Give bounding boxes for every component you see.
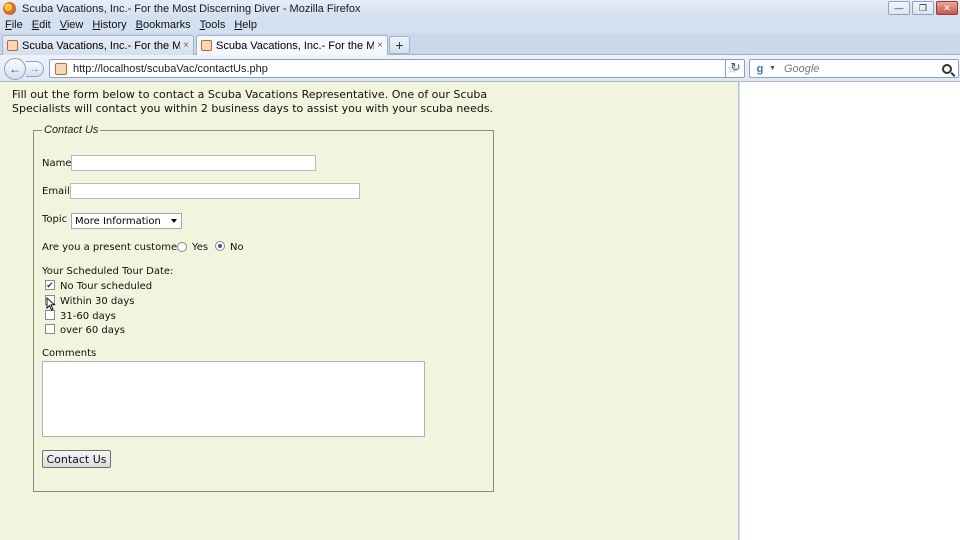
topic-label: Topic	[42, 214, 68, 225]
tab-2[interactable]: Scuba Vacations, Inc.- For the Most D...…	[196, 35, 388, 55]
site-favicon-icon	[201, 40, 212, 51]
comments-label: Comments	[42, 348, 97, 359]
intro-text: Fill out the form below to contact a Scu…	[12, 88, 494, 115]
topic-select[interactable]: More Information	[71, 213, 182, 229]
menu-tools[interactable]: Tools	[200, 19, 226, 31]
tab-1[interactable]: Scuba Vacations, Inc.- For the Most D...…	[2, 35, 194, 55]
tour-none-label: No Tour scheduled	[60, 281, 153, 292]
tour-over-60-checkbox[interactable]	[45, 324, 55, 334]
back-button[interactable]: ←	[4, 58, 26, 80]
customer-question-label: Are you a present customer?	[42, 242, 187, 253]
tab-close-icon[interactable]: ×	[183, 40, 189, 51]
topic-selected-value: More Information	[75, 215, 161, 227]
customer-yes-label: Yes	[192, 242, 209, 253]
google-icon[interactable]: g	[754, 63, 766, 75]
url-text[interactable]: http://localhost/scubaVac/contactUs.php	[73, 63, 726, 75]
menu-bar: File Edit View History Bookmarks Tools H…	[0, 17, 960, 33]
tour-date-label: Your Scheduled Tour Date:	[42, 266, 174, 277]
tour-31-60-label: 31-60 days	[60, 311, 116, 322]
name-field[interactable]	[71, 155, 316, 171]
menu-view[interactable]: View	[60, 19, 84, 31]
new-tab-button[interactable]: +	[389, 36, 410, 54]
tour-31-60-checkbox[interactable]	[45, 310, 55, 320]
menu-edit[interactable]: Edit	[32, 19, 51, 31]
window-title: Scuba Vacations, Inc.- For the Most Disc…	[22, 2, 361, 15]
search-box[interactable]: g ▼ Google	[749, 59, 959, 78]
name-label: Name	[42, 158, 72, 169]
menu-bookmarks[interactable]: Bookmarks	[136, 19, 191, 31]
tour-none-checkbox[interactable]: ✔	[45, 280, 55, 290]
reload-button[interactable]: ↻	[725, 59, 745, 78]
contact-us-button[interactable]: Contact Us	[42, 450, 111, 468]
menu-help[interactable]: Help	[234, 19, 257, 31]
contact-form: Contact Us Name Email Topic More Informa…	[33, 124, 494, 492]
customer-yes-radio[interactable]	[177, 242, 187, 252]
search-input[interactable]: Google	[784, 63, 942, 75]
minimize-button[interactable]: —	[888, 1, 910, 15]
forward-button[interactable]: →	[26, 61, 44, 77]
site-favicon-icon	[55, 62, 67, 75]
email-label: Email	[42, 186, 70, 197]
search-icon[interactable]	[942, 63, 952, 74]
tab-close-icon[interactable]: ×	[377, 40, 383, 51]
window-title-bar: Scuba Vacations, Inc.- For the Most Disc…	[0, 0, 960, 17]
tab-label: Scuba Vacations, Inc.- For the Most D...	[22, 39, 181, 52]
chevron-down-icon	[171, 219, 177, 223]
close-button[interactable]: ✕	[936, 1, 958, 15]
form-legend: Contact Us	[42, 124, 101, 136]
customer-no-label: No	[230, 242, 244, 253]
address-bar[interactable]: http://localhost/scubaVac/contactUs.php …	[49, 59, 745, 78]
navigation-bar: ← → http://localhost/scubaVac/contactUs.…	[0, 55, 960, 82]
page-content: Fill out the form below to contact a Scu…	[0, 82, 739, 540]
menu-history[interactable]: History	[92, 19, 126, 31]
side-pane	[740, 82, 960, 540]
tour-over-60-label: over 60 days	[60, 325, 125, 336]
comments-field[interactable]	[42, 361, 425, 437]
tab-label: Scuba Vacations, Inc.- For the Most D...	[216, 39, 375, 52]
email-field[interactable]	[70, 183, 360, 199]
firefox-logo-icon	[3, 2, 16, 15]
search-engine-dropdown-icon[interactable]: ▼	[769, 65, 776, 72]
mouse-cursor-icon	[46, 297, 56, 311]
tab-bar: Scuba Vacations, Inc.- For the Most D...…	[0, 33, 960, 55]
window-controls: — ❐ ✕	[888, 1, 958, 15]
menu-file[interactable]: File	[5, 19, 23, 31]
customer-no-radio[interactable]	[215, 241, 225, 251]
maximize-button[interactable]: ❐	[912, 1, 934, 15]
tour-30-label: Within 30 days	[60, 296, 135, 307]
site-favicon-icon	[7, 40, 18, 51]
